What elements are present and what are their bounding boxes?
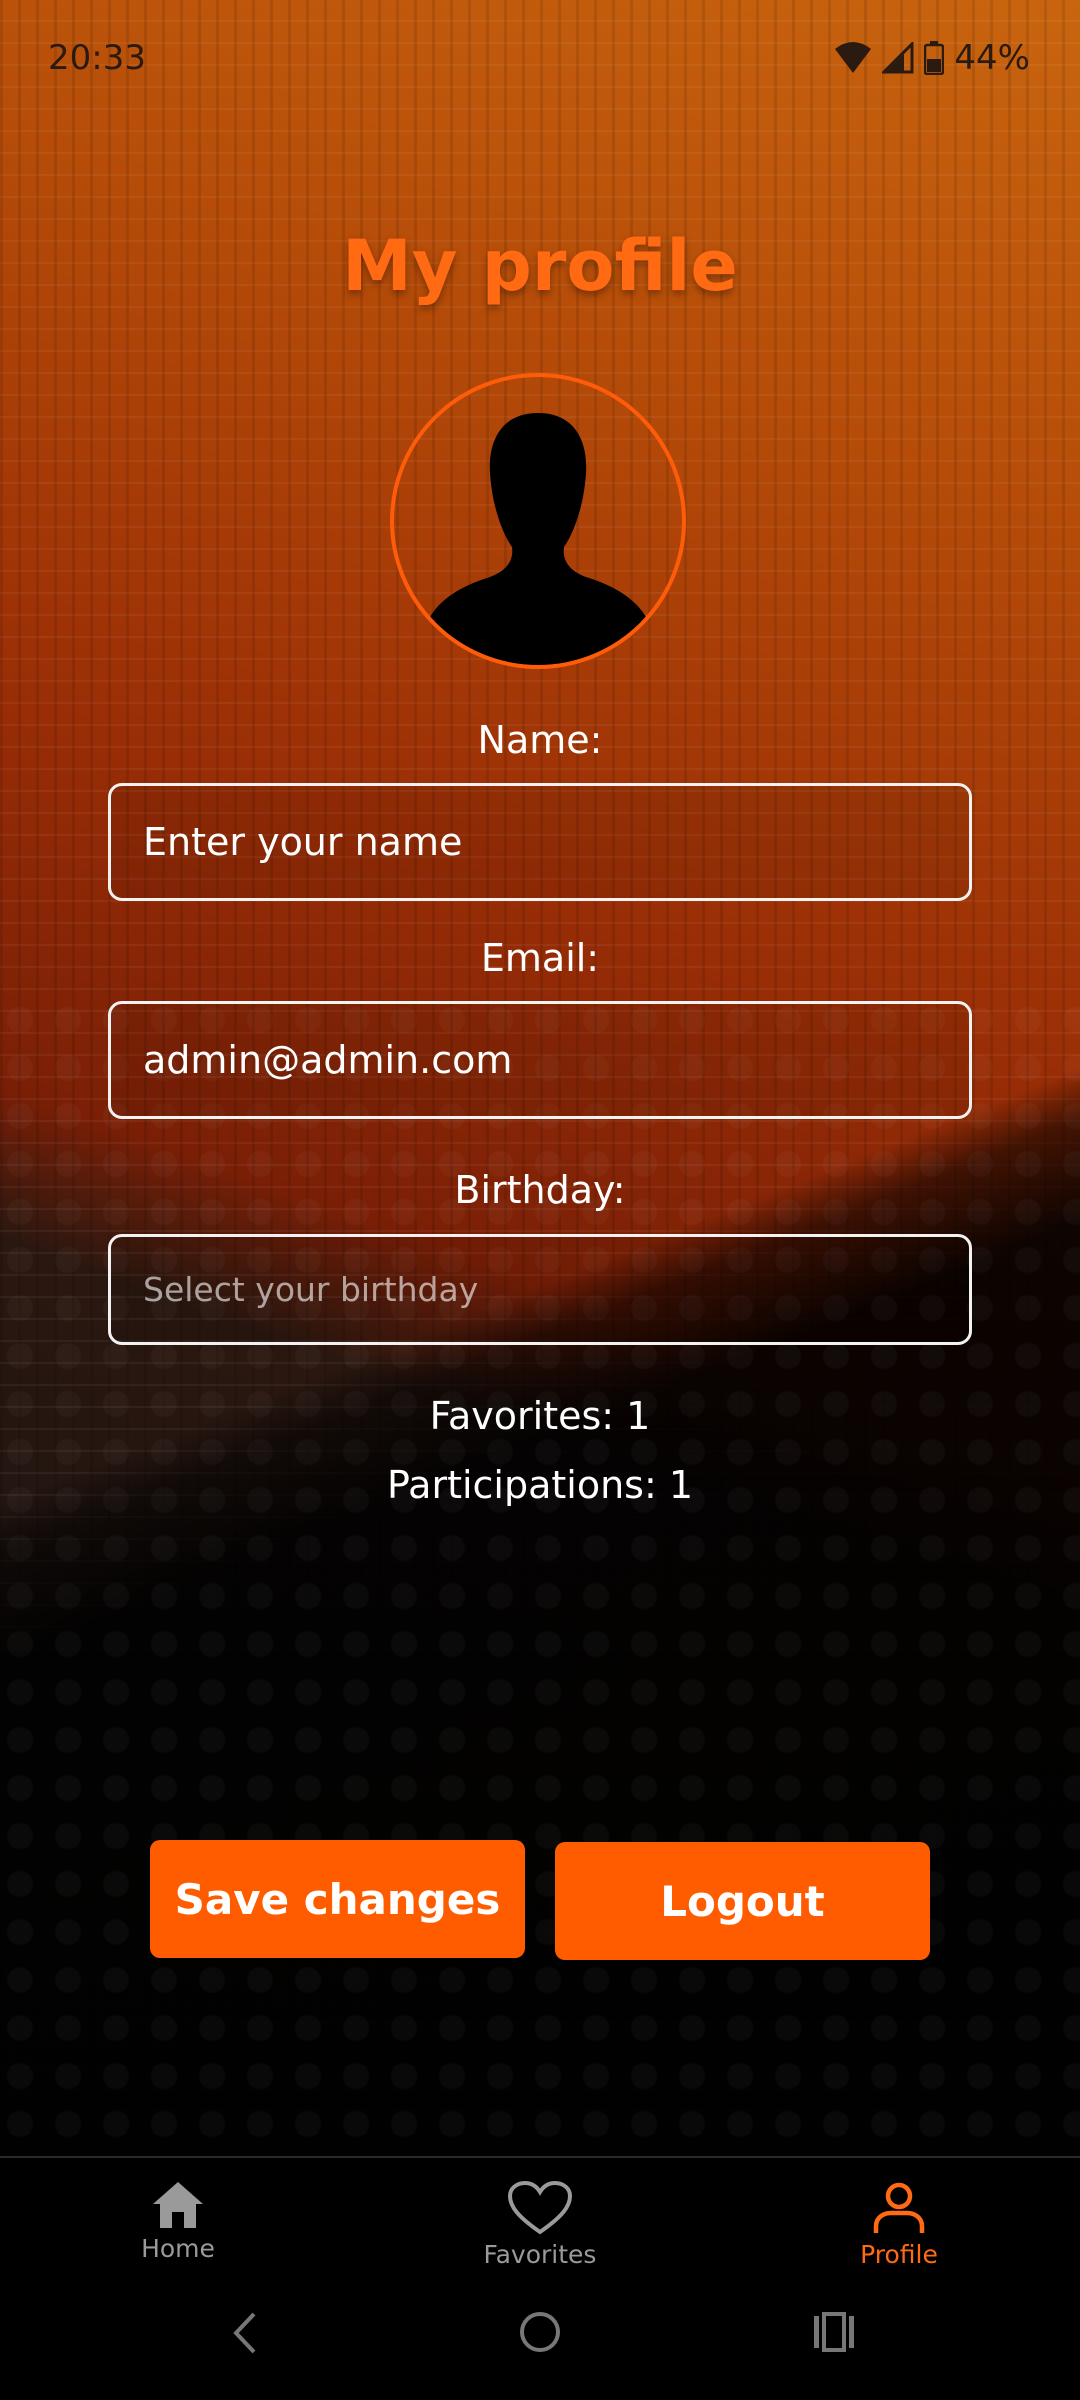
- nav-item-home[interactable]: Home: [78, 2180, 278, 2263]
- bottom-navigation: Home Favorites Profile: [0, 2156, 1080, 2274]
- battery-icon: [924, 41, 945, 75]
- email-label: Email:: [480, 936, 600, 980]
- birthday-field-container: [108, 1234, 972, 1345]
- home-icon: [153, 2182, 203, 2228]
- system-navigation-bar: [0, 2272, 1080, 2400]
- status-bar: 20:33 44%: [0, 0, 1080, 120]
- nav-label-favorites: Favorites: [483, 2240, 597, 2269]
- nav-label-home: Home: [141, 2234, 215, 2263]
- page-title: My profile: [342, 225, 738, 307]
- avatar[interactable]: [390, 373, 686, 669]
- heart-icon: [507, 2180, 573, 2235]
- recent-apps-icon[interactable]: [812, 2310, 856, 2354]
- name-input[interactable]: [141, 819, 969, 865]
- battery-percent: 44%: [954, 38, 1030, 78]
- name-field-container: [108, 783, 972, 901]
- wifi-icon: [835, 42, 872, 73]
- nav-label-profile: Profile: [860, 2240, 938, 2269]
- person-icon: [873, 2182, 925, 2233]
- birthday-label: Birthday:: [454, 1168, 626, 1212]
- status-time: 20:33: [48, 38, 146, 78]
- birthday-input[interactable]: [141, 1269, 969, 1310]
- back-icon[interactable]: [228, 2310, 262, 2356]
- person-silhouette-icon: [422, 413, 654, 665]
- email-input[interactable]: [141, 1037, 969, 1083]
- save-changes-button[interactable]: Save changes: [150, 1840, 525, 1958]
- signal-icon: [882, 42, 914, 74]
- name-label: Name:: [477, 718, 603, 762]
- nav-item-favorites[interactable]: Favorites: [440, 2180, 640, 2269]
- status-icons: 44%: [834, 38, 1030, 78]
- email-field-container: [108, 1001, 972, 1119]
- favorites-count: Favorites: 1: [429, 1394, 651, 1438]
- logout-button[interactable]: Logout: [555, 1842, 930, 1960]
- nav-item-profile[interactable]: Profile: [799, 2180, 999, 2269]
- participations-count: Participations: 1: [386, 1463, 694, 1507]
- home-button-icon[interactable]: [518, 2310, 562, 2354]
